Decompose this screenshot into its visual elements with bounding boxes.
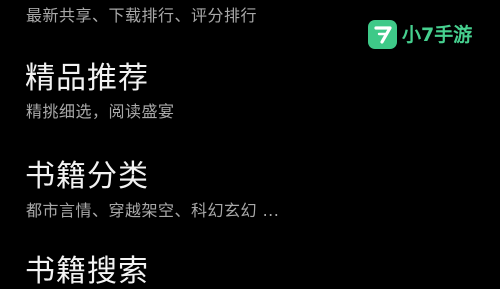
number-7-logo-icon	[368, 20, 397, 49]
watermark-text: 小7手游	[402, 23, 473, 46]
menu-item-title: 书籍搜索	[25, 254, 149, 289]
menu-item-title: 书籍分类	[25, 159, 149, 194]
menu-item-subtitle: 最新共享、下载排行、评分排行	[26, 6, 258, 25]
menu-item-subtitle: 精挑细选，阅读盛宴	[26, 102, 175, 121]
site-watermark: 小7手游	[368, 19, 472, 50]
menu-item-subtitle: 都市言情、穿越架空、科幻玄幻 ...	[26, 201, 280, 220]
menu-item-title: 精品推荐	[25, 61, 149, 96]
